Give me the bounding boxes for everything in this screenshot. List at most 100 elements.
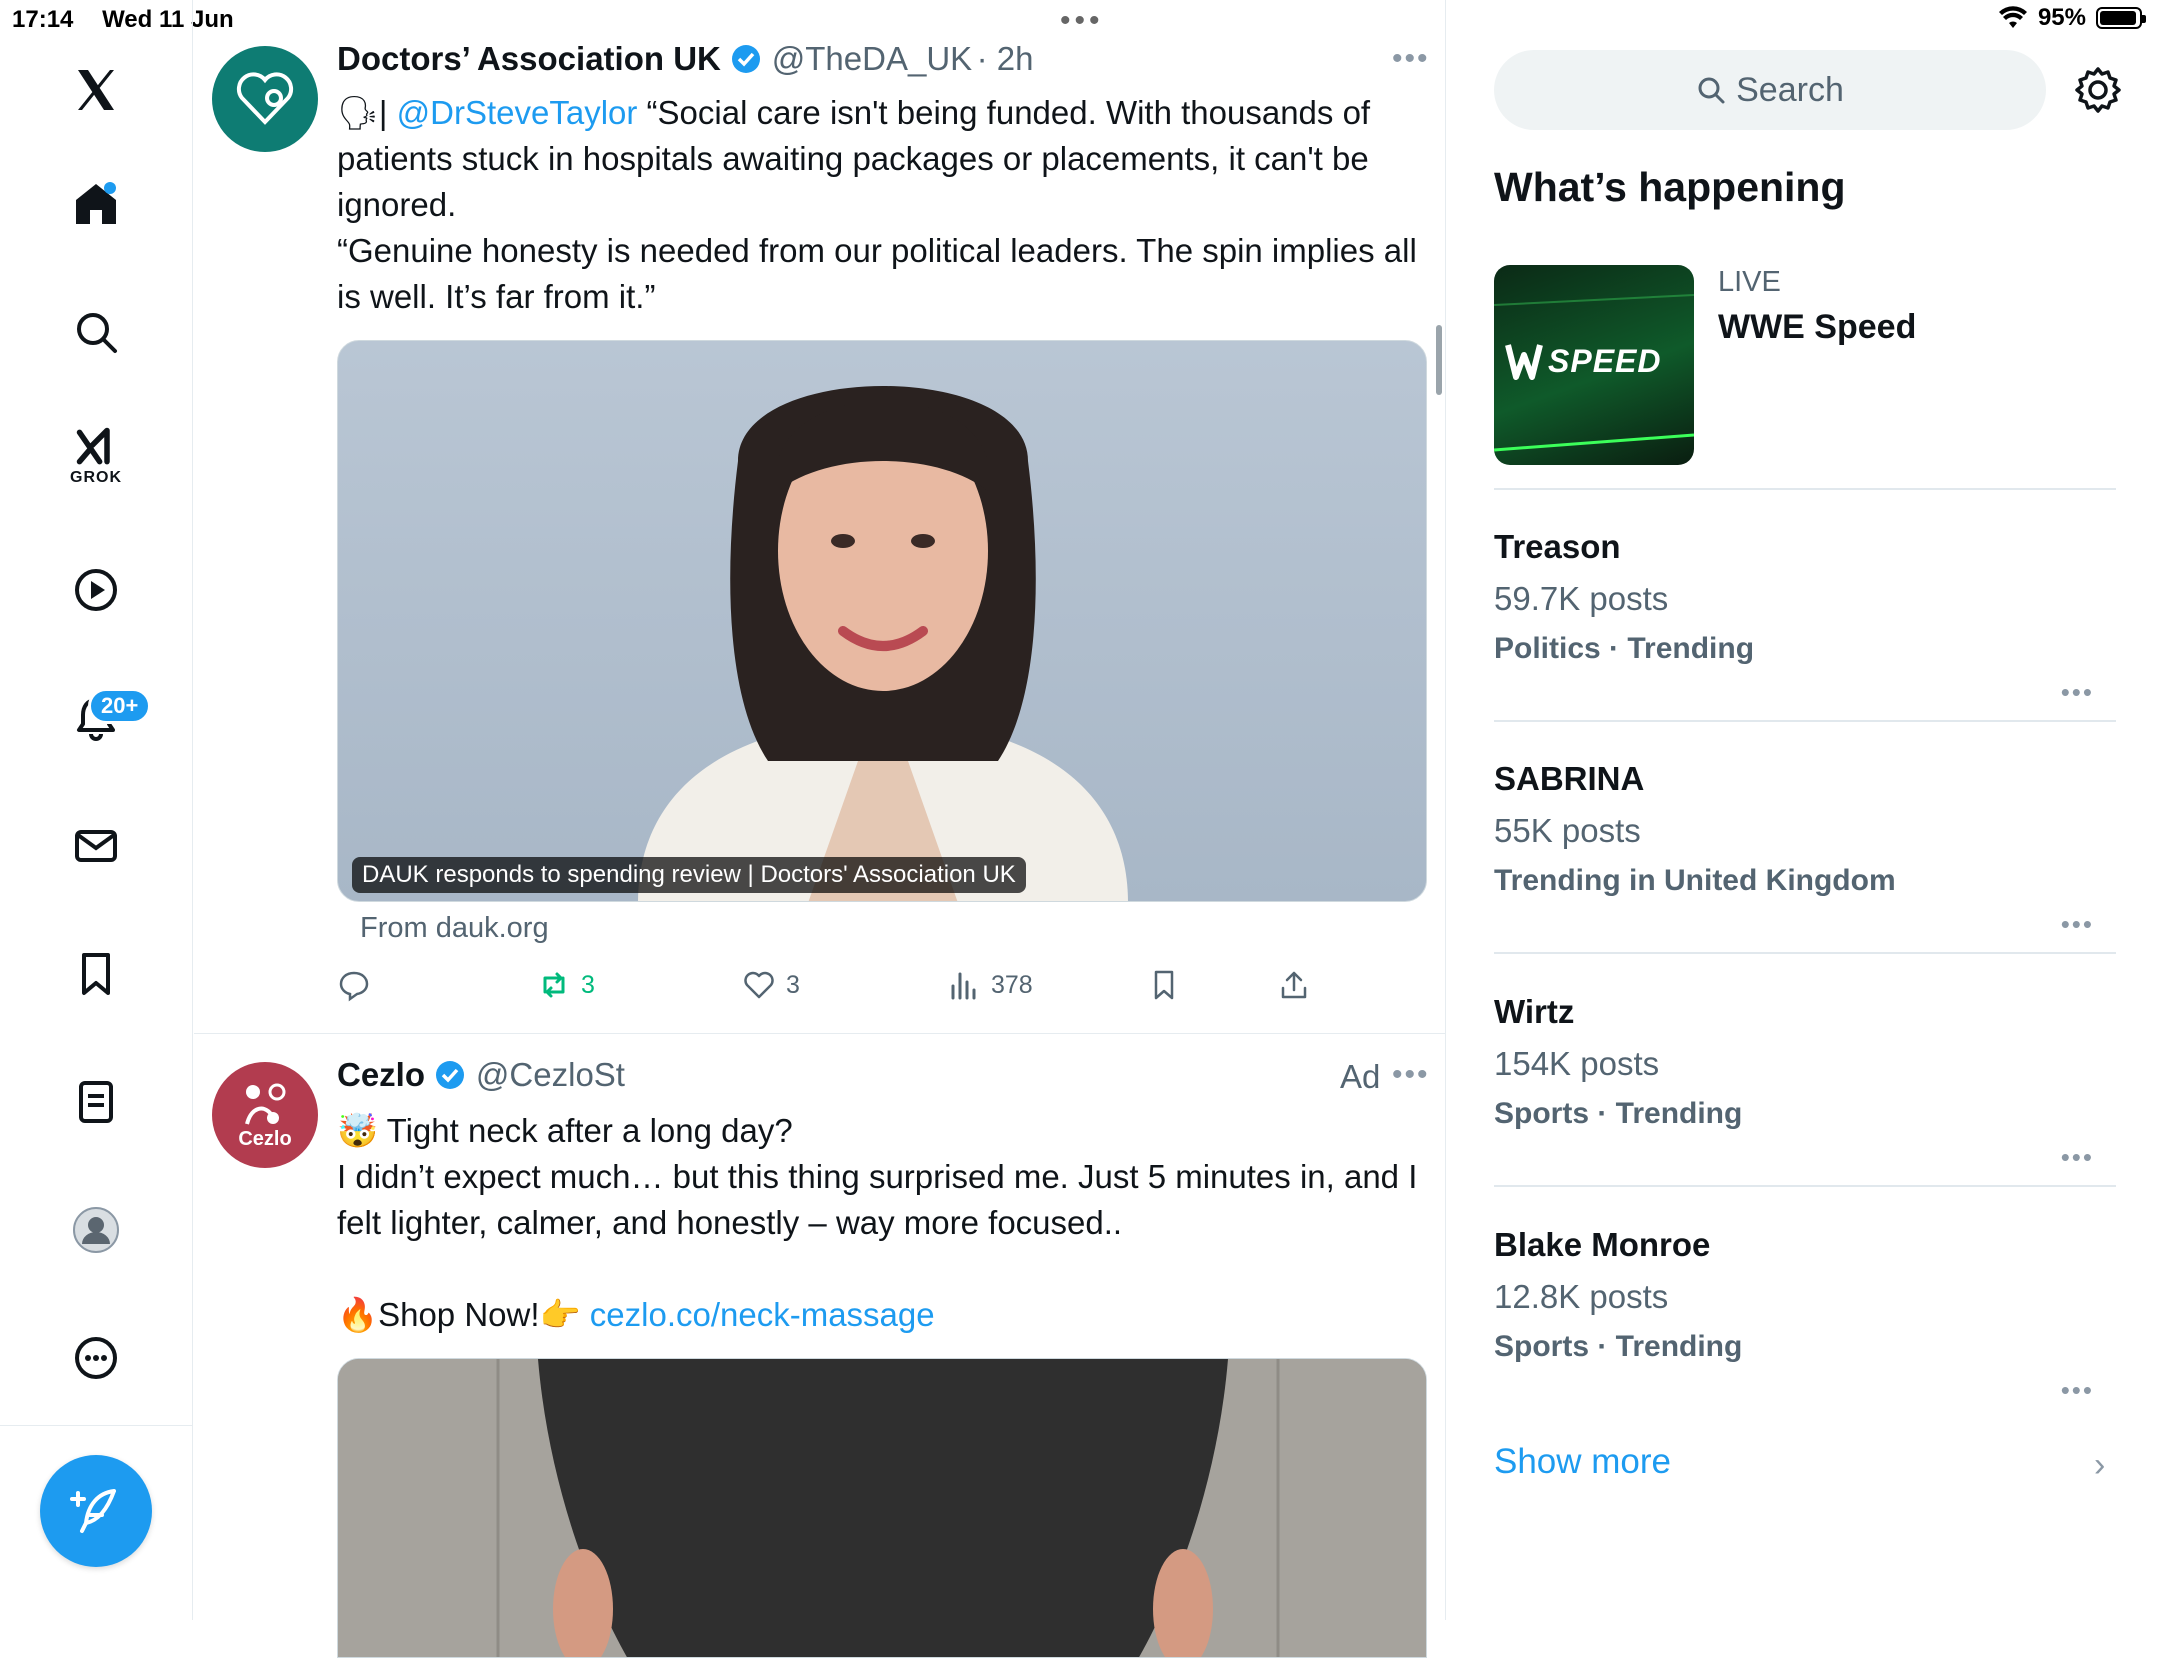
battery-fill: [2100, 11, 2137, 25]
trend-title: Treason: [1494, 528, 1621, 565]
trend-divider: [1494, 952, 2116, 954]
cezlo-avatar-label: Cezlo: [238, 1127, 292, 1150]
tweet-2-header: Cezlo @CezloSt: [337, 1056, 625, 1094]
grok-label: GROK: [70, 469, 122, 486]
cezlo-logo-icon: [245, 1083, 286, 1125]
tweet-2-text: 🤯 Tight neck after a long day? I didn’t …: [337, 1108, 1427, 1338]
share-button[interactable]: [1277, 968, 1311, 1002]
analytics-icon: [951, 972, 976, 1000]
bookmark-icon: [82, 953, 110, 995]
sidebar-nav: GROK 20+: [0, 0, 193, 1620]
trend-category: Sports · Trending: [1494, 1097, 1743, 1130]
mail-icon: [75, 830, 117, 862]
retweet-button[interactable]: 3: [537, 968, 595, 1002]
x-logo-icon: [78, 70, 114, 110]
tweet-2-line-2: I didn’t expect much… but this thing sur…: [337, 1158, 1418, 1241]
trend-title: Blake Monroe: [1494, 1226, 1711, 1263]
more-circle-icon: [75, 1337, 117, 1379]
nav-videos[interactable]: [60, 554, 132, 626]
nav-explore[interactable]: [60, 296, 132, 368]
trend-more-button[interactable]: •••: [2061, 1142, 2094, 1173]
trend-item[interactable]: SABRINA 55K posts Trending in United Kin…: [1494, 760, 2116, 952]
reply-button[interactable]: [337, 968, 371, 1002]
nav-bookmarks[interactable]: [60, 938, 132, 1010]
nav-home[interactable]: [60, 168, 132, 240]
wifi-icon: [1998, 6, 2027, 28]
exploding-head-emoji-icon: 🤯: [337, 1112, 379, 1149]
tweet-1-handle[interactable]: @TheDA_UK: [772, 40, 972, 77]
profile-avatar-icon: [73, 1207, 119, 1253]
dauk-avatar[interactable]: [212, 46, 318, 152]
like-button[interactable]: 3: [742, 968, 800, 1002]
cezlo-avatar[interactable]: Cezlo: [212, 1062, 318, 1168]
list-icon: [79, 1081, 113, 1123]
trend-count: 59.7K posts: [1494, 580, 1669, 617]
trend-divider: [1494, 1185, 2116, 1187]
views-button[interactable]: 378: [947, 968, 1033, 1002]
tweet-1-time[interactable]: · 2h: [977, 40, 1034, 77]
x-logo[interactable]: [60, 54, 132, 126]
compose-feather-icon: [70, 1489, 116, 1533]
battery-icon: [2096, 7, 2146, 29]
reply-icon: [339, 971, 369, 1002]
trend-count: 154K posts: [1494, 1045, 1660, 1082]
tweet-1-author-name[interactable]: Doctors’ Association UK: [337, 40, 721, 77]
tweet-1-mention[interactable]: @DrSteveTaylor: [397, 94, 638, 131]
show-more-link[interactable]: Show more: [1494, 1442, 1671, 1482]
tweet-2-media[interactable]: [337, 1358, 1427, 1658]
search-input[interactable]: Search: [1494, 50, 2046, 130]
trend-category: Sports · Trending: [1494, 1330, 1743, 1363]
like-count: 3: [786, 970, 800, 999]
trend-divider: [1494, 720, 2116, 722]
trend-title: Wirtz: [1494, 993, 1575, 1030]
search-placeholder: Search: [1736, 70, 1844, 109]
stethoscope-heart-icon: [236, 72, 294, 125]
tweet-2-more-button[interactable]: •••: [1392, 1058, 1430, 1092]
trend-item[interactable]: Blake Monroe 12.8K posts Sports · Trendi…: [1494, 1226, 2116, 1418]
sidebar-divider: [0, 1425, 193, 1426]
tweet-1-link-card[interactable]: DAUK responds to spending review | Docto…: [337, 340, 1427, 902]
live-label: LIVE: [1718, 266, 1781, 298]
compose-button[interactable]: [40, 1455, 152, 1567]
tweet-1-header: Doctors’ Association UK @TheDA_UK · 2h: [337, 40, 1034, 78]
tweet-2-author-name[interactable]: Cezlo: [337, 1056, 425, 1093]
tweet-1-card-caption: DAUK responds to spending review | Docto…: [352, 857, 1026, 893]
live-title[interactable]: WWE Speed: [1718, 308, 1916, 347]
bookmark-icon: [1154, 970, 1174, 1000]
trend-item[interactable]: Wirtz 154K posts Sports · Trending •••: [1494, 993, 2116, 1185]
live-thumb-text: SPEED: [1548, 343, 1662, 379]
tweet-2-handle[interactable]: @CezloSt: [476, 1056, 625, 1093]
trend-more-button[interactable]: •••: [2061, 1375, 2094, 1406]
nav-lists[interactable]: [60, 1066, 132, 1138]
home-unread-dot: [104, 182, 116, 194]
nav-grok[interactable]: GROK: [60, 420, 132, 492]
portrait-image: [638, 386, 1128, 901]
nav-more[interactable]: [60, 1322, 132, 1394]
tweet-divider: [194, 1033, 1446, 1034]
notifications-badge: 20+: [88, 688, 152, 724]
trend-item[interactable]: Treason 59.7K posts Politics · Trending …: [1494, 528, 2116, 720]
trend-more-button[interactable]: •••: [2061, 677, 2094, 708]
tweet-1-more-button[interactable]: •••: [1392, 42, 1430, 76]
trend-title: SABRINA: [1494, 760, 1645, 797]
pointing-hand-emoji-icon: 👉: [539, 1296, 581, 1333]
chevron-right-icon[interactable]: ›: [2094, 1446, 2105, 1485]
tweet-1-card-source[interactable]: From dauk.org: [360, 912, 549, 945]
verified-badge-icon: [732, 45, 761, 73]
nav-profile[interactable]: [60, 1194, 132, 1266]
trend-count: 55K posts: [1494, 812, 1641, 849]
nav-messages[interactable]: [60, 810, 132, 882]
retweet-icon: [543, 972, 565, 998]
tweet-1-action-bar: 3 3 378: [337, 968, 1337, 1018]
feed-scrollbar[interactable]: [1436, 325, 1442, 395]
trend-category: Politics · Trending: [1494, 632, 1755, 665]
settings-gear-icon[interactable]: [2072, 64, 2124, 116]
whats-happening-title: What’s happening: [1494, 164, 1846, 210]
bookmark-button[interactable]: [1147, 968, 1181, 1002]
ad-label: Ad: [1340, 1058, 1381, 1095]
share-icon: [1281, 971, 1307, 999]
tweet-2-link[interactable]: cezlo.co/neck-massage: [590, 1296, 935, 1333]
grok-icon: [76, 427, 110, 465]
live-event-thumbnail[interactable]: SPEED: [1494, 265, 1694, 465]
trend-more-button[interactable]: •••: [2061, 909, 2094, 940]
